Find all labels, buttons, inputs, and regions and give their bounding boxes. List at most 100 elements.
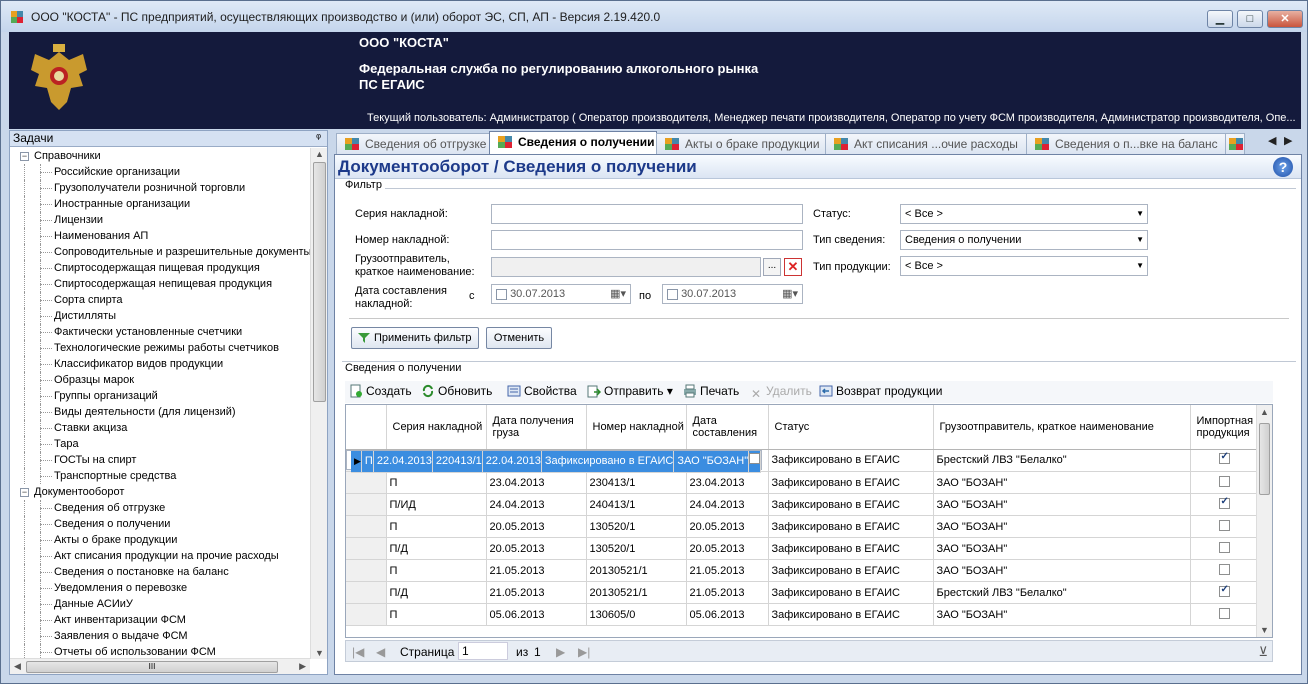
maximize-button[interactable]: □ xyxy=(1237,10,1263,28)
shipper-input[interactable] xyxy=(491,257,761,277)
pin-icon[interactable]: ᵠ xyxy=(316,131,321,146)
table-row[interactable]: П/ИД 24.04.2013 240413/1 24.04.2013 Зафиксир… xyxy=(346,493,1259,516)
tab-next-icon[interactable]: ▶ xyxy=(1284,134,1292,147)
tree-item[interactable]: Образцы марок xyxy=(10,372,310,388)
browse-button[interactable]: ... xyxy=(763,258,781,276)
return-products-button[interactable]: Возврат продукции xyxy=(819,384,942,398)
import-checkbox[interactable] xyxy=(1218,496,1230,509)
tab-defect-acts[interactable]: Акты о браке продукции xyxy=(656,133,826,154)
cancel-filter-button[interactable]: Отменить xyxy=(486,327,552,349)
tree-item[interactable]: Акты о браке продукции xyxy=(10,532,310,548)
tree-item[interactable]: Тара xyxy=(10,436,310,452)
tab-shipment-info[interactable]: Сведения об отгрузке xyxy=(336,133,490,154)
table-row[interactable]: ▶ П 22.04.2013 220413/1 22.04.2013 Зафиксиров… xyxy=(346,449,763,473)
tree-item[interactable]: Российские организации xyxy=(10,164,310,180)
column-header[interactable]: Номер накладной xyxy=(586,405,687,450)
tree-item[interactable]: Сопроводительные и разрешительные докуме… xyxy=(10,244,310,260)
next-page-icon[interactable]: ▶ xyxy=(556,645,565,659)
tree-item[interactable]: Дистилляты xyxy=(10,308,310,324)
tree-item[interactable]: Сведения о постановке на баланс xyxy=(10,564,310,580)
grid-vertical-scrollbar[interactable]: ▲ ▼ xyxy=(1256,405,1272,637)
type-select[interactable]: Сведения о получении ▼ xyxy=(900,230,1148,250)
sidebar-vertical-scrollbar[interactable]: ▲ ▼ xyxy=(310,148,327,659)
minimize-button[interactable]: ▁ xyxy=(1207,10,1233,28)
product-type-select[interactable]: < Все > ▼ xyxy=(900,256,1148,276)
date-from-checkbox[interactable] xyxy=(496,288,507,300)
scroll-right-icon[interactable]: ▶ xyxy=(299,661,306,672)
send-button[interactable]: Отправить ▾ xyxy=(587,384,673,398)
import-checkbox[interactable] xyxy=(1218,584,1230,597)
sidebar-horizontal-scrollbar[interactable]: ◀ III ▶ xyxy=(10,658,310,674)
column-header[interactable]: Статус xyxy=(768,405,934,450)
tab-overflow[interactable] xyxy=(1225,133,1245,154)
tree-item[interactable]: Акт инвентаризации ФСМ xyxy=(10,612,310,628)
create-button[interactable]: Создать xyxy=(349,384,412,398)
calendar-icon[interactable]: ▦▾ xyxy=(610,285,626,303)
delete-button[interactable]: ✕ Удалить xyxy=(749,384,812,401)
table-row[interactable]: П 23.04.2013 230413/1 23.04.2013 Зафиксирова… xyxy=(346,471,1259,494)
page-input[interactable]: 1 xyxy=(458,642,508,660)
tree-item[interactable]: Лицензии xyxy=(10,212,310,228)
collapse-icon[interactable]: − xyxy=(20,488,29,497)
table-row[interactable]: П 21.05.2013 20130521/1 21.05.2013 Зафиксиро… xyxy=(346,559,1259,582)
tree-item[interactable]: Сведения об отгрузке xyxy=(10,500,310,516)
tree-item[interactable]: Спиртосодержащая пищевая продукция xyxy=(10,260,310,276)
tree-item[interactable]: Данные АСИиУ xyxy=(10,596,310,612)
scroll-up-icon[interactable]: ▲ xyxy=(1260,407,1269,417)
column-header[interactable]: Дата получения груза xyxy=(486,405,587,450)
properties-button[interactable]: Свойства xyxy=(507,384,577,398)
scroll-down-icon[interactable]: ▼ xyxy=(315,648,324,658)
scroll-down-icon[interactable]: ▼ xyxy=(1260,625,1269,635)
tree-item[interactable]: Транспортные средства xyxy=(10,468,310,484)
sidebar-scroll-thumb[interactable] xyxy=(313,162,326,402)
tree-item[interactable]: Виды деятельности (для лицензий) xyxy=(10,404,310,420)
table-row[interactable]: П 05.06.2013 130605/0 05.06.2013 Зафиксирова… xyxy=(346,603,1259,626)
column-header[interactable]: Дата составления xyxy=(686,405,769,450)
grid-scroll-thumb[interactable] xyxy=(1259,423,1270,495)
scroll-left-icon[interactable]: ◀ xyxy=(14,661,21,672)
apply-filter-button[interactable]: Применить фильтр xyxy=(351,327,479,349)
prev-page-icon[interactable]: ◀ xyxy=(376,645,385,659)
tree-item[interactable]: Сведения о получении xyxy=(10,516,310,532)
tree-item[interactable]: Заявления о выдаче ФСМ xyxy=(10,628,310,644)
sidebar-hscroll-thumb[interactable]: III xyxy=(26,661,278,673)
tree-item[interactable]: Уведомления о перевозке xyxy=(10,580,310,596)
import-checkbox[interactable] xyxy=(1218,607,1230,619)
tab-balance-info[interactable]: Сведения о п...вке на баланс xyxy=(1026,133,1226,154)
date-from-picker[interactable]: 30.07.2013 ▦▾ xyxy=(491,284,631,304)
refresh-button[interactable]: Обновить xyxy=(421,384,492,398)
column-header[interactable]: Импортная продукция xyxy=(1190,405,1259,450)
help-icon[interactable]: ? xyxy=(1273,157,1293,177)
tree-item[interactable]: Технологические режимы работы счетчиков xyxy=(10,340,310,356)
tree-group[interactable]: − Документооборот xyxy=(10,484,310,500)
tree-item[interactable]: ГОСТы на спирт xyxy=(10,452,310,468)
clear-icon[interactable]: ✕ xyxy=(784,258,802,276)
tree-item[interactable]: Фактически установленные счетчики xyxy=(10,324,310,340)
date-to-picker[interactable]: 30.07.2013 ▦▾ xyxy=(662,284,803,304)
tree-item[interactable]: Отчеты об использовании ФСМ xyxy=(10,644,310,659)
tree-item[interactable]: Спиртосодержащая непищевая продукция xyxy=(10,276,310,292)
import-checkbox[interactable] xyxy=(1218,519,1230,531)
import-checkbox[interactable] xyxy=(1218,541,1230,553)
print-button[interactable]: Печать xyxy=(683,384,739,398)
tree-item[interactable]: Группы организаций xyxy=(10,388,310,404)
import-checkbox[interactable] xyxy=(1218,451,1230,465)
scroll-up-icon[interactable]: ▲ xyxy=(315,149,324,159)
tab-prev-icon[interactable]: ◀ xyxy=(1268,134,1276,147)
column-header[interactable]: Серия накладной xyxy=(386,405,487,450)
number-input[interactable] xyxy=(491,230,803,250)
import-checkbox[interactable] xyxy=(749,453,760,465)
collapse-icon[interactable]: − xyxy=(20,152,29,161)
column-header[interactable]: Грузоотправитель, краткое наименование xyxy=(933,405,1191,450)
table-row[interactable]: П/Д 20.05.2013 130520/1 20.05.2013 Зафиксиро… xyxy=(346,537,1259,560)
status-select[interactable]: < Все > ▼ xyxy=(900,204,1148,224)
import-checkbox[interactable] xyxy=(1218,475,1230,487)
table-row[interactable]: П/Д 21.05.2013 20130521/1 21.05.2013 Зафикси… xyxy=(346,581,1259,604)
first-page-icon[interactable]: |◀ xyxy=(352,645,364,659)
calendar-icon[interactable]: ▦▾ xyxy=(782,285,798,303)
tree-item[interactable]: Наименования АП xyxy=(10,228,310,244)
tree-item[interactable]: Иностранные организации xyxy=(10,196,310,212)
tree-item[interactable]: Ставки акциза xyxy=(10,420,310,436)
import-checkbox[interactable] xyxy=(1218,563,1230,575)
date-to-checkbox[interactable] xyxy=(667,288,678,300)
